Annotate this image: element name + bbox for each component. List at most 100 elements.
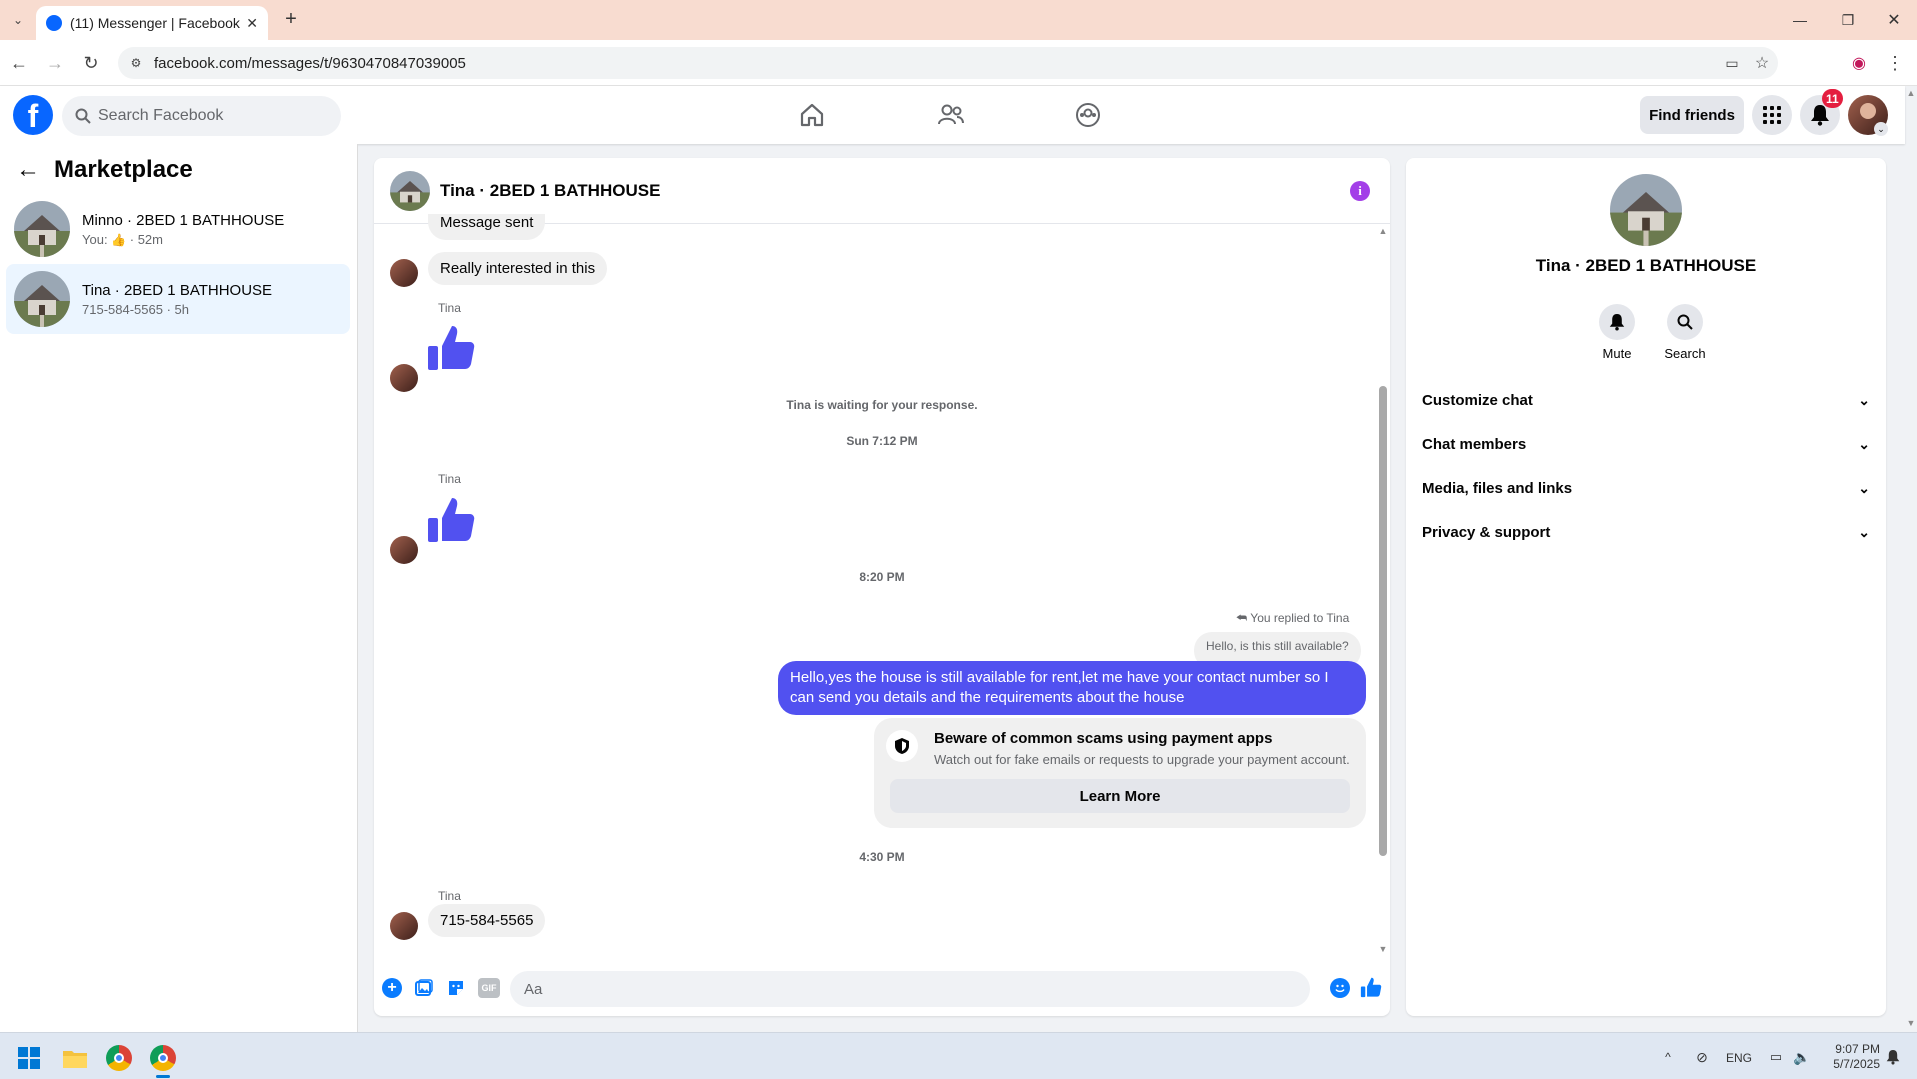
- tina-avatar[interactable]: [390, 259, 418, 287]
- thumbs-up-icon: [426, 322, 476, 372]
- info-name: Tina · 2BED 1 BATHHOUSE: [1535, 256, 1757, 275]
- search-placeholder: Search Facebook: [98, 107, 224, 124]
- mute-button[interactable]: Mute: [1592, 304, 1642, 361]
- display-icon[interactable]: ▭: [1766, 1047, 1786, 1067]
- language-indicator[interactable]: ENG: [1726, 1051, 1752, 1065]
- marketplace-header: ← Marketplace: [16, 156, 193, 184]
- notifications-button[interactable]: 11: [1800, 89, 1843, 135]
- info-avatar[interactable]: [1610, 174, 1682, 246]
- bookmark-star-icon[interactable]: ☆: [1752, 53, 1772, 73]
- gif-icon[interactable]: GIF: [478, 978, 500, 998]
- tab-title: (11) Messenger | Facebook: [70, 15, 240, 31]
- outgoing-message: Hello,yes the house is still available f…: [778, 661, 1366, 715]
- profile-icon[interactable]: ◉: [1848, 52, 1870, 74]
- file-explorer-icon[interactable]: [62, 1047, 88, 1069]
- search-chat-button[interactable]: Search: [1660, 304, 1710, 361]
- reply-indicator: ⮪ You replied to Tina: [1236, 611, 1350, 625]
- tab-list-icon[interactable]: ⌄: [8, 10, 28, 30]
- account-chevron-icon[interactable]: ⌄: [1874, 122, 1888, 136]
- page-scroll-up-icon[interactable]: ▲: [1906, 88, 1916, 98]
- notification-badge: 11: [1822, 89, 1843, 108]
- house-thumbnail: [14, 271, 70, 327]
- notification-bell-icon[interactable]: [1884, 1048, 1902, 1066]
- new-tab-icon[interactable]: +: [280, 8, 302, 30]
- sticker-icon[interactable]: [446, 978, 466, 998]
- plus-circle-icon[interactable]: +: [382, 978, 402, 998]
- conversation-preview: You: 👍 · 52m: [82, 231, 163, 247]
- learn-more-button[interactable]: Learn More: [890, 779, 1350, 813]
- windows-taskbar: ^ ⊘ ENG ▭ 🔈 9:07 PM 5/7/2025: [0, 1032, 1917, 1079]
- scam-title: Beware of common scams using payment app…: [934, 730, 1273, 747]
- groups-icon[interactable]: [1074, 101, 1102, 129]
- thumbs-up-small-icon: 👍: [111, 232, 127, 247]
- info-icon[interactable]: i: [1350, 181, 1370, 201]
- media-files-links-section[interactable]: Media, files and links ⌄: [1422, 470, 1870, 506]
- emoji-icon[interactable]: [1330, 978, 1350, 998]
- sender-name: Tina: [438, 301, 461, 315]
- friends-icon[interactable]: [937, 101, 965, 129]
- facebook-header: f Search Facebook Find friends 11 ⌄: [0, 86, 1905, 144]
- message-input[interactable]: Aa: [510, 971, 1310, 1007]
- tina-avatar[interactable]: [390, 536, 418, 564]
- photo-icon[interactable]: [414, 978, 434, 998]
- home-icon[interactable]: [798, 101, 826, 129]
- browser-toolbar: ← → ↻ ⚙ facebook.com/messages/t/96304708…: [0, 40, 1917, 86]
- chrome-active-icon[interactable]: [150, 1045, 176, 1071]
- house-thumbnail: [14, 201, 70, 257]
- facebook-search-input[interactable]: Search Facebook: [62, 96, 341, 136]
- close-window-icon[interactable]: ✕: [1884, 10, 1904, 30]
- forward-icon[interactable]: →: [44, 52, 66, 74]
- chevron-down-icon: ⌄: [1858, 479, 1870, 496]
- page-scroll-down-icon[interactable]: ▼: [1906, 1018, 1916, 1028]
- privacy-support-section[interactable]: Privacy & support ⌄: [1422, 514, 1870, 550]
- tray-chevron-icon[interactable]: ^: [1660, 1049, 1676, 1065]
- site-info-icon[interactable]: ⚙: [128, 55, 144, 71]
- active-app-indicator: [156, 1075, 170, 1078]
- chat-members-section[interactable]: Chat members ⌄: [1422, 426, 1870, 462]
- windows-start-icon[interactable]: [18, 1047, 40, 1069]
- address-bar[interactable]: ⚙ facebook.com/messages/t/96304708470390…: [118, 47, 1778, 79]
- conversation-item-minno[interactable]: Minno · 2BED 1 BATHHOUSE You: 👍 · 52m: [6, 194, 350, 264]
- back-arrow-icon[interactable]: ←: [16, 156, 40, 184]
- chat-avatar[interactable]: [390, 170, 430, 211]
- reload-icon[interactable]: ↻: [80, 52, 102, 74]
- chat-scroll-down-icon[interactable]: ▼: [1378, 944, 1388, 954]
- browser-menu-icon[interactable]: ⋮: [1884, 52, 1906, 74]
- search-label: Search: [1664, 346, 1706, 361]
- chevron-down-icon: ⌄: [1858, 391, 1870, 408]
- marketplace-title: Marketplace: [54, 156, 193, 183]
- chat-scroll-up-icon[interactable]: ▲: [1378, 226, 1388, 236]
- sender-name: Tina: [438, 472, 461, 486]
- chrome-icon[interactable]: [106, 1045, 132, 1071]
- clock-date: 5/7/2025: [1833, 1057, 1880, 1071]
- chat-title[interactable]: Tina · 2BED 1 BATHHOUSE: [440, 181, 660, 201]
- network-off-icon[interactable]: ⊘: [1692, 1047, 1712, 1067]
- menu-grid-button[interactable]: [1752, 95, 1792, 135]
- send-thumbs-up-icon[interactable]: [1360, 976, 1382, 998]
- install-icon[interactable]: ▭: [1722, 53, 1742, 73]
- find-friends-button[interactable]: Find friends: [1640, 96, 1744, 134]
- conversation-item-tina[interactable]: Tina · 2BED 1 BATHHOUSE 715-584-5565 · 5…: [6, 264, 350, 334]
- incoming-message: 715-584-5565: [428, 904, 546, 937]
- timestamp: 4:30 PM: [859, 850, 905, 864]
- clock[interactable]: 9:07 PM 5/7/2025: [1818, 1042, 1880, 1072]
- speaker-icon[interactable]: 🔈: [1792, 1047, 1812, 1067]
- clock-time: 9:07 PM: [1835, 1042, 1880, 1056]
- restore-icon[interactable]: ❐: [1838, 10, 1858, 30]
- back-icon[interactable]: ←: [8, 52, 30, 74]
- chat-scrollbar-thumb[interactable]: [1379, 386, 1387, 856]
- conversation-name: Tina · 2BED 1 BATHHOUSE: [82, 281, 273, 299]
- browser-tab[interactable]: (11) Messenger | Facebook ✕: [36, 6, 268, 40]
- customize-chat-section[interactable]: Customize chat ⌄: [1422, 382, 1870, 418]
- grid-icon: [1763, 106, 1781, 124]
- tina-avatar[interactable]: [390, 912, 418, 940]
- url-text: facebook.com/messages/t/9630470847039005: [154, 54, 466, 72]
- incoming-message: Really interested in this: [428, 252, 608, 285]
- minimize-icon[interactable]: —: [1790, 10, 1810, 30]
- scam-body: Watch out for fake emails or requests to…: [934, 752, 1350, 767]
- facebook-logo[interactable]: f: [13, 95, 53, 135]
- tina-avatar[interactable]: [390, 364, 418, 392]
- tab-close-icon[interactable]: ✕: [246, 15, 258, 32]
- sender-name: Tina: [438, 889, 461, 903]
- browser-tab-bar: ⌄ (11) Messenger | Facebook ✕ + — ❐ ✕: [0, 0, 1917, 40]
